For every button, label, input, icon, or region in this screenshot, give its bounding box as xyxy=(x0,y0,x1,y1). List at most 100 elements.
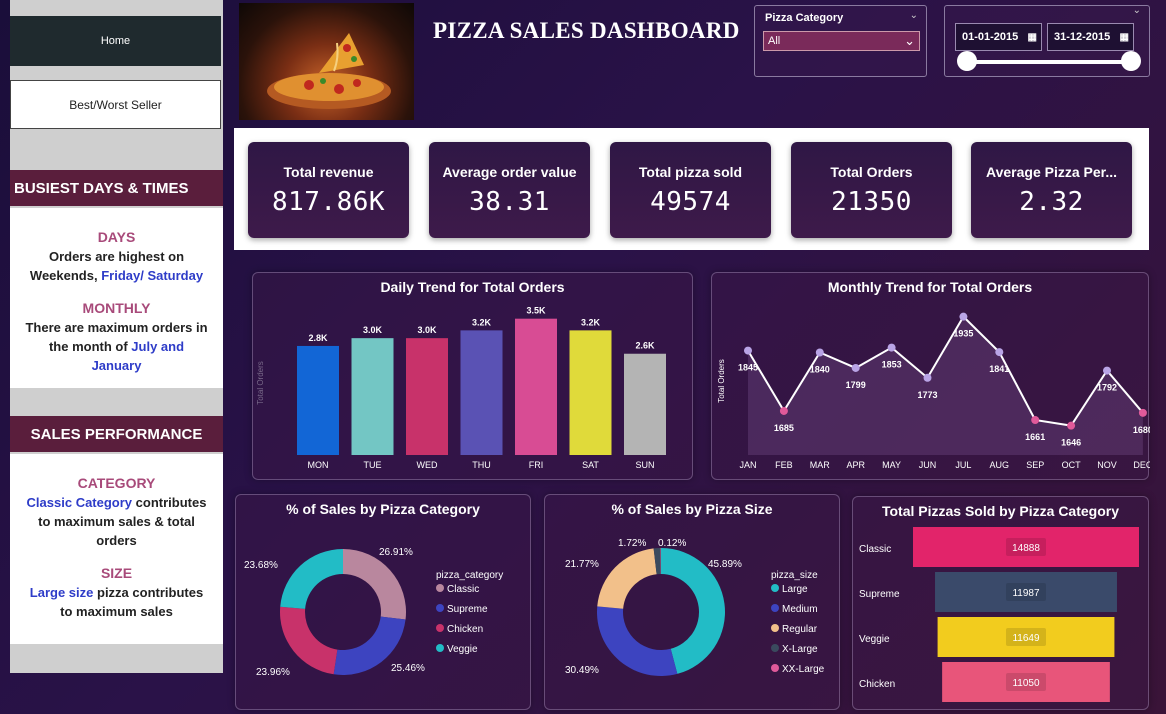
size-highlight: Large size xyxy=(29,585,94,600)
monthly-trend-chart: Total Orders 1845 JAN 1685 FEB 1840 MAR 1799 APR… xyxy=(717,312,1150,470)
x-tick-label: DEC xyxy=(1133,460,1150,470)
dashboard-title: PIZZA SALES DASHBOARD xyxy=(433,18,740,43)
data-label: 1661 xyxy=(1025,432,1045,442)
data-label: 2.6K xyxy=(635,341,655,351)
days-highlight: Friday/ Saturday xyxy=(101,268,204,283)
date-slicer: ⌄ 01-01-2015 ▦ 31-12-2015 ▦ xyxy=(944,5,1150,77)
kpi-strip: Total revenue 817.86K Average order valu… xyxy=(234,128,1149,250)
slice-label: 26.91% xyxy=(379,547,413,558)
category-dropdown[interactable]: All ⌄ xyxy=(763,31,920,51)
category-text3: orders xyxy=(96,533,137,548)
pizzas-sold-panel: Total Pizzas Sold by Pizza Category Clas… xyxy=(852,496,1149,710)
x-tick-label: NOV xyxy=(1097,460,1117,470)
nav-home-label: Home xyxy=(100,35,131,47)
bar-fri xyxy=(515,318,557,455)
legend-title: pizza_category xyxy=(436,570,503,581)
y-axis-label: Total Orders xyxy=(256,361,265,405)
size-donut-chart: 45.89% 30.49% 21.77% 1.72% 0.12% pizza_size La… xyxy=(565,538,825,676)
kpi-card-avg-order: Average order value 38.31 xyxy=(429,142,590,238)
x-tick-label: JAN xyxy=(739,460,756,470)
data-label: 3.5K xyxy=(526,306,546,316)
x-tick-label: JUL xyxy=(955,460,971,470)
daily-trend-chart: Total Orders 2.8K MON 3.0K TUE 3.0K WED 3.2K THU… xyxy=(256,306,666,470)
category-text2: to maximum sales & total xyxy=(38,514,195,529)
bar-thu xyxy=(460,330,503,455)
calendar-icon: ▦ xyxy=(1027,31,1037,43)
data-label: 1845 xyxy=(738,363,758,373)
category-donut-chart: 26.91% 25.46% 23.96% 23.68% pizza_category Cl… xyxy=(244,547,503,678)
category-title: CATEGORY xyxy=(77,475,156,491)
monthly-text1: There are maximum orders in xyxy=(25,320,208,335)
date-start-input[interactable]: 01-01-2015 ▦ xyxy=(955,23,1042,51)
legend-item: X-Large xyxy=(782,644,818,655)
data-label: 1841 xyxy=(989,364,1009,374)
sidebar: Home Best/Worst Seller BUSIEST DAYS & TI… xyxy=(10,0,223,673)
category-text1: contributes xyxy=(132,495,207,510)
data-point xyxy=(1103,366,1111,375)
data-point xyxy=(1067,421,1076,430)
chevron-down-icon[interactable]: ⌄ xyxy=(910,10,918,21)
category-line1: Classic Category contributes xyxy=(10,493,223,512)
legend-swatch xyxy=(436,584,444,592)
bar-tue xyxy=(351,338,394,455)
date-range-start-handle[interactable] xyxy=(957,51,977,71)
monthly-highlight2: January xyxy=(91,358,142,373)
data-point xyxy=(995,348,1004,357)
x-tick-label: THU xyxy=(472,460,491,470)
category-label: Veggie xyxy=(859,634,890,645)
data-label: 1773 xyxy=(917,390,937,400)
data-label: 1792 xyxy=(1097,383,1117,393)
date-range-end-handle[interactable] xyxy=(1121,51,1141,71)
legend-item: Chicken xyxy=(447,624,483,635)
category-label: Supreme xyxy=(859,589,900,600)
data-point xyxy=(959,312,968,321)
monthly-text2: the month of xyxy=(48,339,132,354)
x-tick-label: FRI xyxy=(529,460,544,470)
legend-swatch xyxy=(771,604,779,612)
sales-performance-header: SALES PERFORMANCE xyxy=(10,416,223,452)
data-label: 1680 xyxy=(1133,425,1150,435)
data-label: 1646 xyxy=(1061,438,1081,448)
data-label: 3.0K xyxy=(363,325,383,335)
date-end-input[interactable]: 31-12-2015 ▦ xyxy=(1047,23,1134,51)
x-tick-label: OCT xyxy=(1062,460,1082,470)
nav-best-worst-button[interactable]: Best/Worst Seller xyxy=(10,80,221,129)
data-label: 2.8K xyxy=(308,333,328,343)
busiest-header: BUSIEST DAYS & TIMES xyxy=(10,170,223,206)
category-label: Classic xyxy=(859,544,891,555)
date-start: 01-01-2015 xyxy=(962,31,1019,43)
category-label: Chicken xyxy=(859,679,895,690)
category-slicer-label: Pizza Category xyxy=(765,12,844,24)
x-tick-label: APR xyxy=(846,460,865,470)
pizza-illustration xyxy=(267,33,391,109)
days-text1: Orders are highest on xyxy=(48,249,185,264)
kpi-label: Total Orders xyxy=(830,164,913,180)
kpi-value: 38.31 xyxy=(469,187,550,217)
slice-label: 23.96% xyxy=(256,667,290,678)
x-tick-label: JUN xyxy=(919,460,937,470)
slice-label: 25.46% xyxy=(391,663,425,674)
slice-label: 23.68% xyxy=(244,560,278,571)
legend-swatch xyxy=(771,664,779,672)
data-label: 11050 xyxy=(1012,678,1040,689)
pizza-image xyxy=(239,3,414,120)
nav-home-button[interactable]: Home xyxy=(10,16,221,66)
size-share-panel: % of Sales by Pizza Size 45.89% 30.49% 21.… xyxy=(544,494,840,710)
legend-item: Veggie xyxy=(447,644,478,655)
data-label: 3.2K xyxy=(581,317,601,327)
date-end: 31-12-2015 xyxy=(1054,31,1111,43)
x-tick-label: SAT xyxy=(582,460,599,470)
bar-sun xyxy=(624,353,666,455)
slice-label: 45.89% xyxy=(708,559,742,570)
monthly-trend-panel: Monthly Trend for Total Orders Total Ord… xyxy=(711,272,1150,480)
legend-item: Medium xyxy=(782,604,818,615)
monthly-title: MONTHLY xyxy=(82,300,151,316)
chevron-down-icon[interactable]: ⌄ xyxy=(1133,5,1141,16)
kpi-card-pizza-sold: Total pizza sold 49574 xyxy=(610,142,771,238)
x-tick-label: TUE xyxy=(364,460,382,470)
data-label: 1853 xyxy=(882,360,902,370)
legend-item: Classic xyxy=(447,584,479,595)
data-point xyxy=(851,363,860,372)
date-range-track xyxy=(965,60,1131,64)
data-point xyxy=(1031,415,1040,424)
